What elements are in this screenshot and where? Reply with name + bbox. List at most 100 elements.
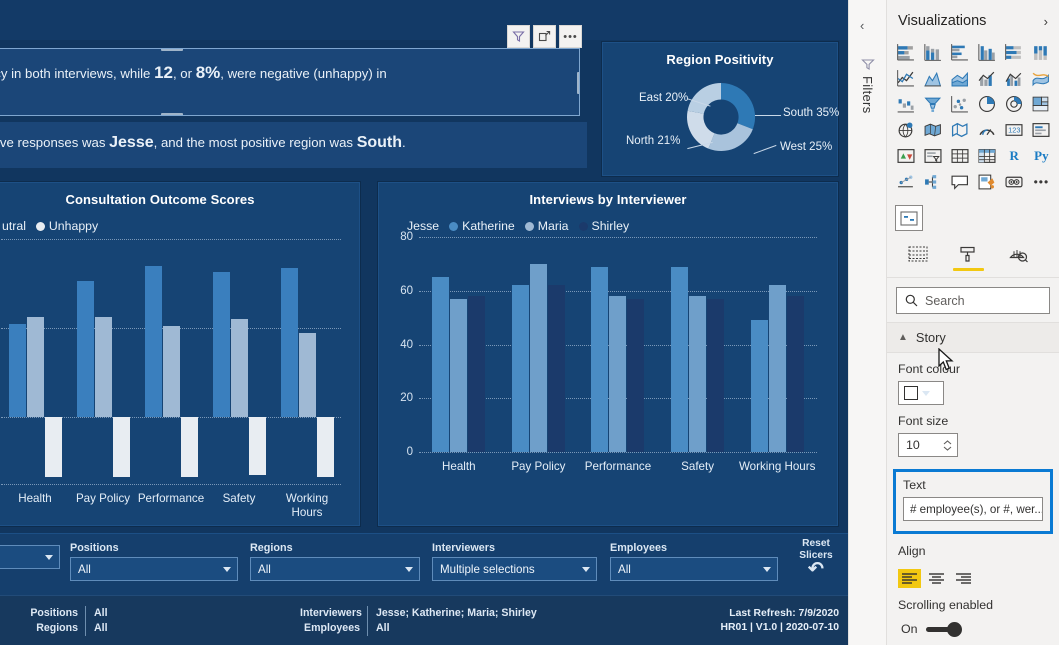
slicer-bar[interactable]: Positions All Regions All Interviewers Multip… xyxy=(0,533,848,595)
bar-group[interactable] xyxy=(69,239,137,484)
bar-group[interactable] xyxy=(419,237,499,452)
multi-row-card-icon[interactable] xyxy=(1029,118,1054,142)
table-icon[interactable] xyxy=(947,144,972,168)
line-and-clustered-column-chart-icon[interactable] xyxy=(1002,66,1027,90)
visual-filter-icon-button[interactable] xyxy=(507,25,530,48)
python-visual-icon[interactable]: Py xyxy=(1029,144,1054,168)
slicer-dropdown[interactable]: All xyxy=(610,557,778,581)
qna-icon[interactable] xyxy=(1002,170,1027,194)
interviews-by-interviewer-plot[interactable]: 0 20 40 60 80 Health Pay Policy Performance Safe… xyxy=(400,231,817,473)
bar-unhappy[interactable] xyxy=(316,417,334,478)
legend-item-utral[interactable]: utral xyxy=(0,219,26,233)
legend-item-maria[interactable]: Maria xyxy=(524,219,569,233)
ribbon-chart-icon[interactable] xyxy=(1029,66,1054,90)
bar-happy[interactable] xyxy=(212,272,230,418)
more-visuals-icon[interactable]: ••• xyxy=(1029,170,1054,194)
line-chart-icon[interactable] xyxy=(893,66,918,90)
slicer-regions[interactable]: Regions All xyxy=(250,542,420,581)
r-script-visual-icon[interactable]: R xyxy=(1002,144,1027,168)
filter-icon[interactable] xyxy=(861,57,875,76)
region-positivity-visual[interactable]: Region Positivity East 20% South 35% Nor… xyxy=(602,42,839,176)
stepper-arrows[interactable] xyxy=(943,439,952,451)
bar-maria[interactable] xyxy=(450,298,468,452)
align-right-button[interactable] xyxy=(952,569,975,588)
bar-happy[interactable] xyxy=(8,323,26,418)
filters-pane-collapsed[interactable]: ‹ Filters xyxy=(848,0,886,645)
reset-slicers-button[interactable]: Reset Slicers ↶ xyxy=(792,538,840,579)
bar-group[interactable] xyxy=(578,237,658,452)
interviews-by-interviewer-visual[interactable]: Interviews by Interviewer Jesse Katherine… xyxy=(378,182,838,526)
font-colour-picker[interactable] xyxy=(898,381,944,405)
smart-narrative-paragraph-2[interactable]: he interviewer with the most positive re… xyxy=(0,122,587,168)
bar-neutral[interactable] xyxy=(298,332,316,418)
slicer-dropdown[interactable]: Multiple selections xyxy=(432,557,597,581)
slicer-dropdown[interactable]: All xyxy=(70,557,238,581)
bar-maria[interactable] xyxy=(609,296,627,452)
scrolling-toggle-wrapper[interactable]: On xyxy=(887,617,1059,637)
tab-analytics[interactable] xyxy=(1001,246,1035,277)
donut-chart-icon[interactable] xyxy=(1002,92,1027,116)
more-options-icon-button[interactable]: ••• xyxy=(559,25,582,48)
scrolling-toggle[interactable] xyxy=(925,621,962,637)
bar-maria[interactable] xyxy=(689,296,707,452)
format-section-story[interactable]: ▲ Story xyxy=(887,322,1059,353)
stacked-column-chart-icon[interactable] xyxy=(920,40,945,64)
slicer-employees[interactable]: Employees All xyxy=(610,542,778,581)
align-center-button[interactable] xyxy=(925,569,948,588)
bar-group[interactable] xyxy=(1,239,69,484)
bar-group[interactable] xyxy=(737,237,817,452)
bar-group[interactable] xyxy=(137,239,205,484)
stacked-bar-chart-icon[interactable] xyxy=(893,40,918,64)
paginated-report-icon[interactable] xyxy=(974,170,999,194)
bar-katherine[interactable] xyxy=(591,266,609,452)
line-and-stacked-column-chart-icon[interactable] xyxy=(974,66,999,90)
slicer-dropdown[interactable] xyxy=(0,545,60,569)
resize-handle-right[interactable] xyxy=(577,72,579,94)
bar-happy[interactable] xyxy=(144,265,162,418)
bar-unhappy[interactable] xyxy=(180,417,198,478)
treemap-icon[interactable] xyxy=(1029,92,1054,116)
kpi-icon[interactable] xyxy=(893,144,918,168)
bar-neutral[interactable] xyxy=(230,319,248,418)
resize-handle-top[interactable] xyxy=(161,49,183,51)
bar-happy[interactable] xyxy=(280,267,298,418)
bar-katherine[interactable] xyxy=(750,320,768,452)
bar-katherine[interactable] xyxy=(511,285,529,452)
bar-unhappy[interactable] xyxy=(112,417,130,478)
report-canvas[interactable]: ••• neutral) about the Safety policy in … xyxy=(0,0,848,645)
font-size-stepper[interactable]: 10 xyxy=(898,433,958,457)
matrix-icon[interactable] xyxy=(974,144,999,168)
clustered-bar-chart-icon[interactable] xyxy=(947,40,972,64)
waterfall-chart-icon[interactable] xyxy=(893,92,918,116)
bar-neutral[interactable] xyxy=(26,316,44,418)
bar-unhappy[interactable] xyxy=(248,417,266,476)
bar-group[interactable] xyxy=(658,237,738,452)
bar-katherine[interactable] xyxy=(432,277,450,452)
tab-fields[interactable] xyxy=(901,246,935,277)
card-icon[interactable]: 123 xyxy=(1002,118,1027,142)
format-search-input[interactable]: Search xyxy=(896,287,1050,314)
bar-neutral[interactable] xyxy=(94,316,112,418)
bar-group[interactable] xyxy=(205,239,273,484)
consultation-outcome-legend[interactable]: utral Unhappy xyxy=(0,207,359,233)
legend-item-shirley[interactable]: Shirley xyxy=(578,219,629,233)
consultation-outcome-scores-visual[interactable]: Consultation Outcome Scores utral Unhappy… xyxy=(0,182,360,526)
bar-shirley[interactable] xyxy=(468,296,486,452)
text-input[interactable]: # employee(s), or #, wer... xyxy=(903,497,1043,521)
bar-neutral[interactable] xyxy=(162,325,180,418)
smart-narrative-icon[interactable] xyxy=(947,170,972,194)
bar-katherine[interactable] xyxy=(671,266,689,452)
consultation-outcome-plot[interactable]: Health Pay Policy Performance Safety Working… xyxy=(1,239,341,519)
slicer-unnamed[interactable] xyxy=(0,542,60,569)
key-influencers-icon[interactable] xyxy=(893,170,918,194)
slicer-dropdown[interactable]: All xyxy=(250,557,420,581)
bar-shirley[interactable] xyxy=(627,298,645,452)
bar-maria[interactable] xyxy=(768,285,786,452)
stacked-area-chart-icon[interactable] xyxy=(947,66,972,90)
smart-narrative-paragraph-1[interactable]: neutral) about the Safety policy in both… xyxy=(0,48,580,116)
gauge-icon[interactable] xyxy=(974,118,999,142)
slicer-interviewers[interactable]: Interviewers Multiple selections xyxy=(432,542,597,581)
bar-group[interactable] xyxy=(273,239,341,484)
slicer-icon[interactable] xyxy=(920,144,945,168)
interviews-by-interviewer-legend[interactable]: Jesse Katherine Maria Shirley xyxy=(379,207,837,233)
